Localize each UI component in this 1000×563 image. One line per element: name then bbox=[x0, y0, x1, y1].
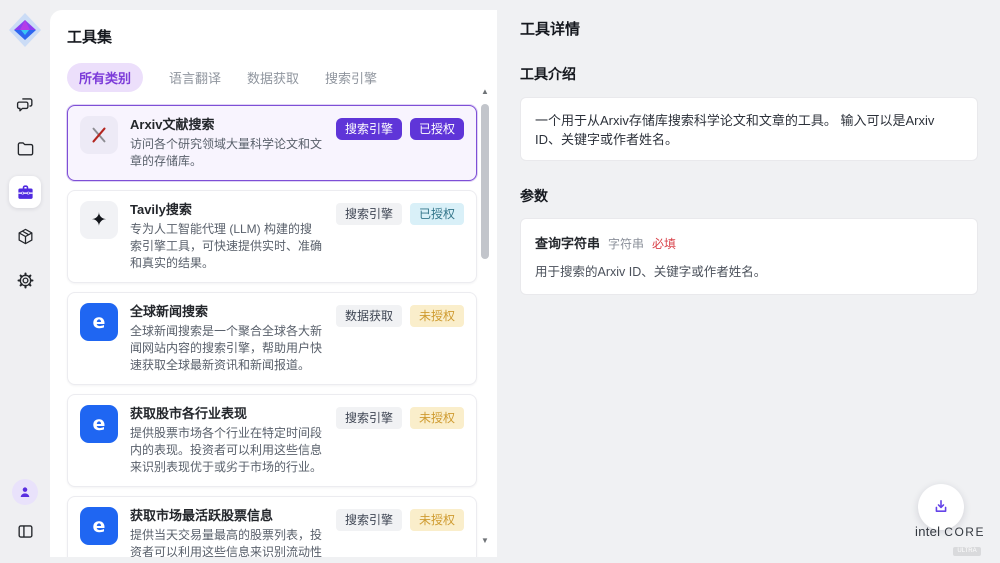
sidebar bbox=[0, 0, 50, 563]
scroll-down-icon[interactable]: ▼ bbox=[479, 535, 491, 547]
scrollbar-thumb[interactable] bbox=[481, 104, 489, 259]
tool-name: 全球新闻搜索 bbox=[130, 303, 324, 321]
tool-description: 全球新闻搜索是一个聚合全球各大新闻网站内容的搜索引擎，帮助用户快速获取全球最新资… bbox=[130, 323, 324, 374]
category-tabs: 所有类别 语言翻译 数据获取 搜索引擎 bbox=[67, 63, 473, 92]
tool-card-tavily[interactable]: ✦ Tavily搜索 专为人工智能代理 (LLM) 构建的搜索引擎工具，可快速提… bbox=[67, 190, 477, 283]
category-badge: 数据获取 bbox=[336, 305, 402, 327]
param-required-flag: 必填 bbox=[652, 235, 676, 252]
settings-icon[interactable] bbox=[9, 264, 41, 296]
folder-icon[interactable] bbox=[9, 132, 41, 164]
intel-core-logo: intel core ULTRA bbox=[914, 524, 986, 557]
intel-brand-text: intel bbox=[915, 524, 940, 539]
intro-card: 一个用于从Arxiv存储库搜索科学论文和文章的工具。 输入可以是Arxiv ID… bbox=[520, 97, 978, 161]
auth-status-badge: 未授权 bbox=[410, 509, 464, 531]
tool-description: 访问各个研究领域大量科学论文和文章的存储库。 bbox=[130, 136, 324, 170]
tool-card-global-news[interactable]: e 全球新闻搜索 全球新闻搜索是一个聚合全球各大新闻网站内容的搜索引擎，帮助用户… bbox=[67, 292, 477, 385]
tool-name: 获取股市各行业表现 bbox=[130, 405, 324, 423]
tool-description: 专为人工智能代理 (LLM) 构建的搜索引擎工具，可快速提供实时、准确和真实的结… bbox=[130, 221, 324, 272]
tab-data-fetch[interactable]: 数据获取 bbox=[247, 68, 299, 87]
search-e-icon: e bbox=[80, 303, 118, 341]
intro-heading: 工具介绍 bbox=[520, 64, 978, 84]
tool-name: Arxiv文献搜索 bbox=[130, 116, 324, 134]
core-brand-text: core bbox=[944, 525, 985, 539]
tool-description: 提供当天交易量最高的股票列表，投资者可以利用这些信息来识别流动性强的股票和潜在的… bbox=[130, 527, 324, 557]
sidebar-footer bbox=[9, 479, 41, 547]
auth-status-badge: 未授权 bbox=[410, 407, 464, 429]
tab-all-categories[interactable]: 所有类别 bbox=[67, 63, 143, 92]
scroll-up-icon[interactable]: ▲ bbox=[479, 86, 491, 98]
auth-status-badge: 已授权 bbox=[410, 118, 464, 140]
panel-icon[interactable] bbox=[9, 515, 41, 547]
tool-card-active-stocks[interactable]: e 获取市场最活跃股票信息 提供当天交易量最高的股票列表，投资者可以利用这些信息… bbox=[67, 496, 477, 557]
package-icon[interactable] bbox=[9, 220, 41, 252]
tool-detail-panel: 工具详情 工具介绍 一个用于从Arxiv存储库搜索科学论文和文章的工具。 输入可… bbox=[500, 0, 1000, 563]
app-logo-diamond-icon bbox=[8, 12, 42, 48]
tab-language-translation[interactable]: 语言翻译 bbox=[169, 68, 221, 87]
search-e-icon: e bbox=[80, 405, 118, 443]
toolbox-icon[interactable] bbox=[9, 176, 41, 208]
auth-status-badge: 已授权 bbox=[410, 203, 464, 225]
tab-search-engine[interactable]: 搜索引擎 bbox=[325, 68, 377, 87]
page-title: 工具集 bbox=[67, 26, 473, 47]
user-icon[interactable] bbox=[12, 479, 38, 505]
detail-title: 工具详情 bbox=[520, 18, 978, 39]
tool-description: 提供股票市场各个行业在特定时间段内的表现。投资者可以利用这些信息来识别表现优于或… bbox=[130, 425, 324, 476]
param-description: 用于搜索的Arxiv ID、关键字或作者姓名。 bbox=[535, 261, 963, 280]
tool-list: Arxiv文献搜索 访问各个研究领域大量科学论文和文章的存储库。 搜索引擎 已授… bbox=[67, 105, 477, 557]
sidebar-nav bbox=[9, 88, 41, 296]
category-badge: 搜索引擎 bbox=[336, 203, 402, 225]
tool-name: Tavily搜索 bbox=[130, 201, 324, 219]
param-name: 查询字符串 bbox=[535, 233, 600, 252]
category-badge: 搜索引擎 bbox=[336, 509, 402, 531]
list-scrollbar[interactable]: ▲ ▼ bbox=[479, 86, 491, 547]
category-badge: 搜索引擎 bbox=[336, 118, 402, 140]
param-type: 字符串 bbox=[608, 235, 644, 252]
arxiv-logo-icon bbox=[80, 116, 118, 154]
search-e-icon: e bbox=[80, 507, 118, 545]
tool-card-stock-sectors[interactable]: e 获取股市各行业表现 提供股票市场各个行业在特定时间段内的表现。投资者可以利用… bbox=[67, 394, 477, 487]
params-heading: 参数 bbox=[520, 186, 978, 206]
category-badge: 搜索引擎 bbox=[336, 407, 402, 429]
star-icon: ✦ bbox=[80, 201, 118, 239]
chat-icon[interactable] bbox=[9, 88, 41, 120]
tool-list-panel: 工具集 所有类别 语言翻译 数据获取 搜索引擎 Arxiv文献搜索 访问各个研究… bbox=[50, 10, 497, 557]
ultra-badge: ULTRA bbox=[953, 547, 980, 556]
auth-status-badge: 未授权 bbox=[410, 305, 464, 327]
tool-card-arxiv[interactable]: Arxiv文献搜索 访问各个研究领域大量科学论文和文章的存储库。 搜索引擎 已授… bbox=[67, 105, 477, 181]
param-card: 查询字符串 字符串 必填 用于搜索的Arxiv ID、关键字或作者姓名。 bbox=[520, 218, 978, 295]
tool-name: 获取市场最活跃股票信息 bbox=[130, 507, 324, 525]
